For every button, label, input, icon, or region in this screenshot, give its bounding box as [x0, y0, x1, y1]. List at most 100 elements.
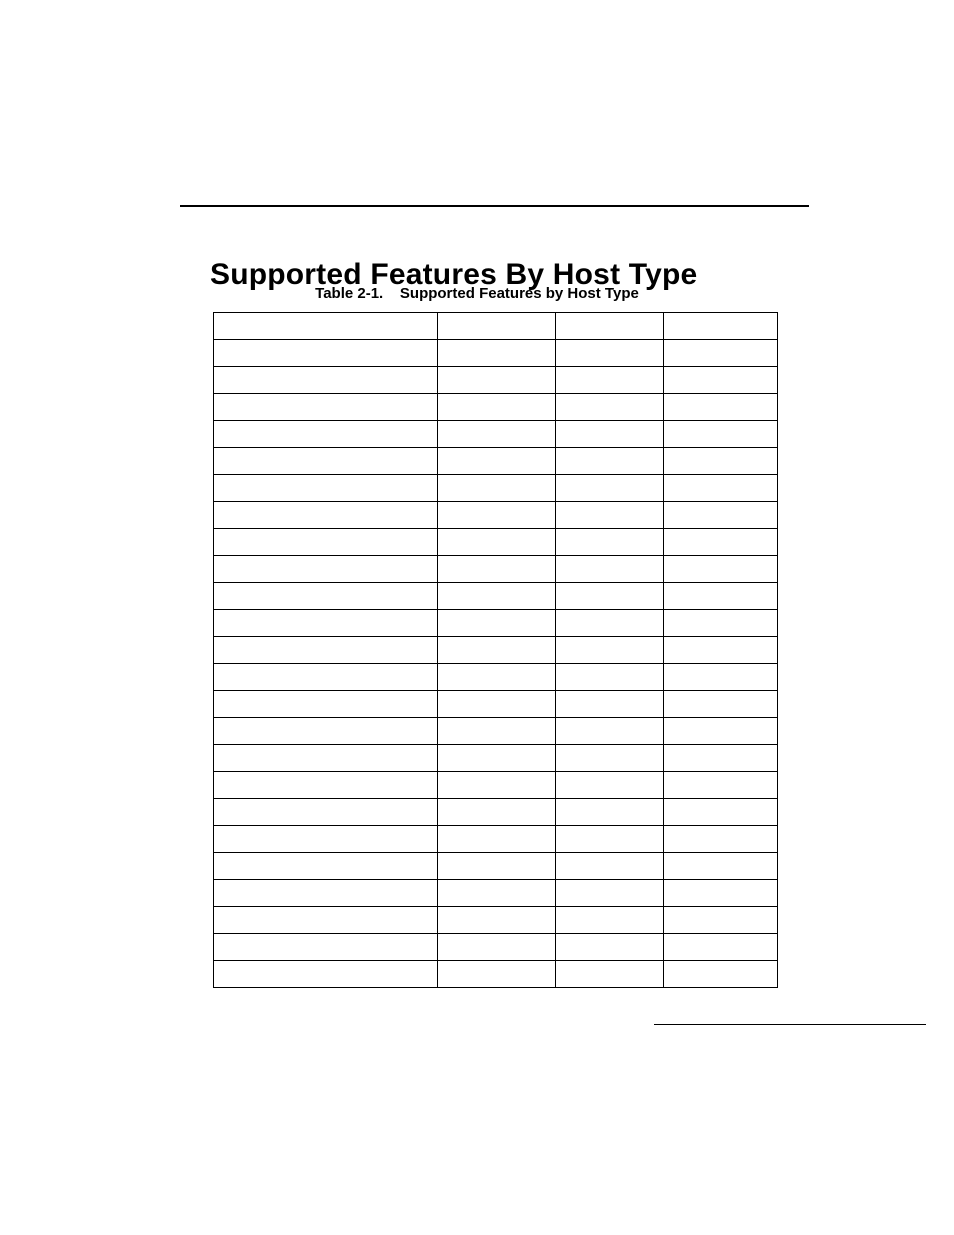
table-row — [214, 421, 778, 448]
table-cell — [214, 367, 438, 394]
table-cell — [664, 475, 778, 502]
table-cell — [556, 394, 664, 421]
table-cell — [438, 529, 556, 556]
table-cell — [664, 583, 778, 610]
table-cell — [214, 421, 438, 448]
table-cell — [556, 961, 664, 988]
table-cell — [556, 718, 664, 745]
table-cell — [214, 691, 438, 718]
table-cell — [214, 826, 438, 853]
table-row — [214, 448, 778, 475]
table-cell — [438, 475, 556, 502]
table-cell — [556, 637, 664, 664]
table-cell — [556, 772, 664, 799]
table-cell — [214, 772, 438, 799]
table-cell — [214, 745, 438, 772]
table-cell — [664, 448, 778, 475]
table-cell — [664, 421, 778, 448]
table-cell — [556, 664, 664, 691]
table-cell — [214, 394, 438, 421]
table-cell — [214, 880, 438, 907]
table-cell — [664, 691, 778, 718]
table-row — [214, 313, 778, 340]
table-cell — [556, 421, 664, 448]
table-cell — [556, 799, 664, 826]
table-cell — [438, 664, 556, 691]
table-cell — [664, 745, 778, 772]
table-caption-prefix: Table 2-1. — [315, 285, 383, 302]
table-row — [214, 826, 778, 853]
table-row — [214, 394, 778, 421]
features-table — [213, 312, 778, 988]
table-cell — [438, 934, 556, 961]
table-row — [214, 502, 778, 529]
table-cell — [438, 583, 556, 610]
table-cell — [214, 529, 438, 556]
table-row — [214, 745, 778, 772]
table-cell — [664, 907, 778, 934]
table-cell — [214, 475, 438, 502]
table-caption: Table 2-1. Supported Features by Host Ty… — [0, 285, 954, 302]
table-cell — [214, 934, 438, 961]
table-cell — [556, 475, 664, 502]
horizontal-rule-bottom — [654, 1024, 926, 1025]
table-caption-title: Supported Features by Host Type — [400, 285, 639, 302]
table-cell — [664, 934, 778, 961]
table-cell — [438, 448, 556, 475]
table-cell — [556, 448, 664, 475]
table-cell — [664, 853, 778, 880]
table-row — [214, 583, 778, 610]
table-cell — [664, 529, 778, 556]
table-row — [214, 934, 778, 961]
table-cell — [438, 340, 556, 367]
table-cell — [214, 853, 438, 880]
table-row — [214, 772, 778, 799]
table-cell — [438, 421, 556, 448]
table-cell — [438, 880, 556, 907]
table-cell — [556, 853, 664, 880]
table-row — [214, 340, 778, 367]
table-cell — [556, 340, 664, 367]
table-cell — [664, 826, 778, 853]
table-row — [214, 610, 778, 637]
table-cell — [438, 610, 556, 637]
table-cell — [664, 637, 778, 664]
table-cell — [214, 340, 438, 367]
table-cell — [438, 961, 556, 988]
table-cell — [438, 853, 556, 880]
table-cell — [664, 772, 778, 799]
table-cell — [214, 610, 438, 637]
table-cell — [438, 394, 556, 421]
table-row — [214, 637, 778, 664]
table-cell — [664, 799, 778, 826]
table-cell — [556, 610, 664, 637]
table-cell — [664, 340, 778, 367]
table-cell — [664, 610, 778, 637]
table-row — [214, 556, 778, 583]
table-cell — [556, 367, 664, 394]
table-cell — [214, 583, 438, 610]
table-row — [214, 664, 778, 691]
table-row — [214, 691, 778, 718]
table-cell — [438, 637, 556, 664]
horizontal-rule-top — [180, 205, 809, 207]
table-cell — [214, 556, 438, 583]
table-cell — [214, 718, 438, 745]
table-row — [214, 367, 778, 394]
table-cell — [214, 637, 438, 664]
table-cell — [214, 313, 438, 340]
table-cell — [664, 502, 778, 529]
table-cell — [438, 556, 556, 583]
table-cell — [556, 502, 664, 529]
table-cell — [438, 745, 556, 772]
table-cell — [438, 313, 556, 340]
table-cell — [664, 961, 778, 988]
table-cell — [438, 718, 556, 745]
table-row — [214, 907, 778, 934]
table-row — [214, 718, 778, 745]
table-cell — [214, 799, 438, 826]
table-cell — [664, 313, 778, 340]
table-cell — [556, 529, 664, 556]
table-cell — [438, 799, 556, 826]
table-cell — [438, 772, 556, 799]
